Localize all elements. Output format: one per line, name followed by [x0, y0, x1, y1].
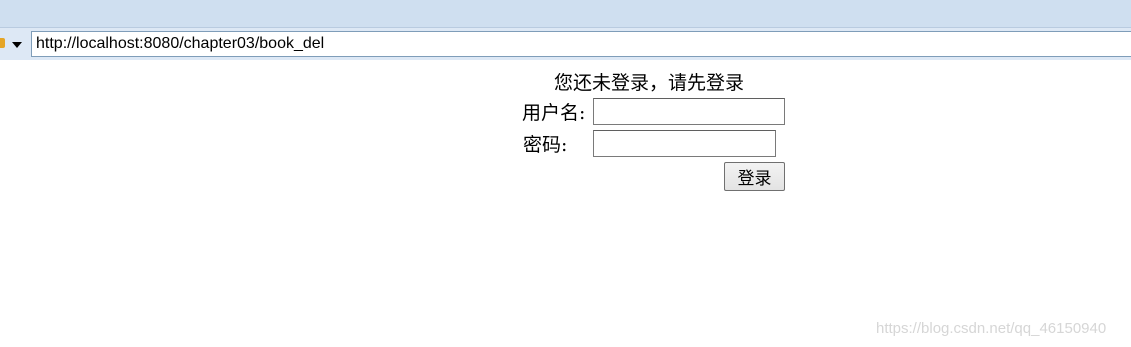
page-icon[interactable] — [0, 38, 5, 48]
password-label: 密码: — [523, 134, 568, 156]
username-label: 用户名: — [522, 102, 586, 124]
username-field[interactable] — [593, 98, 785, 125]
dropdown-arrow-icon[interactable] — [10, 38, 24, 52]
password-field[interactable] — [593, 130, 776, 157]
login-button[interactable]: 登录 — [724, 162, 785, 191]
browser-top-strip — [0, 0, 1131, 28]
address-input[interactable]: http://localhost:8080/chapter03/book_del — [31, 31, 1131, 57]
watermark-text: https://blog.csdn.net/qq_46150940 — [876, 320, 1107, 337]
login-prompt-title: 您还未登录，请先登录 — [554, 72, 745, 94]
